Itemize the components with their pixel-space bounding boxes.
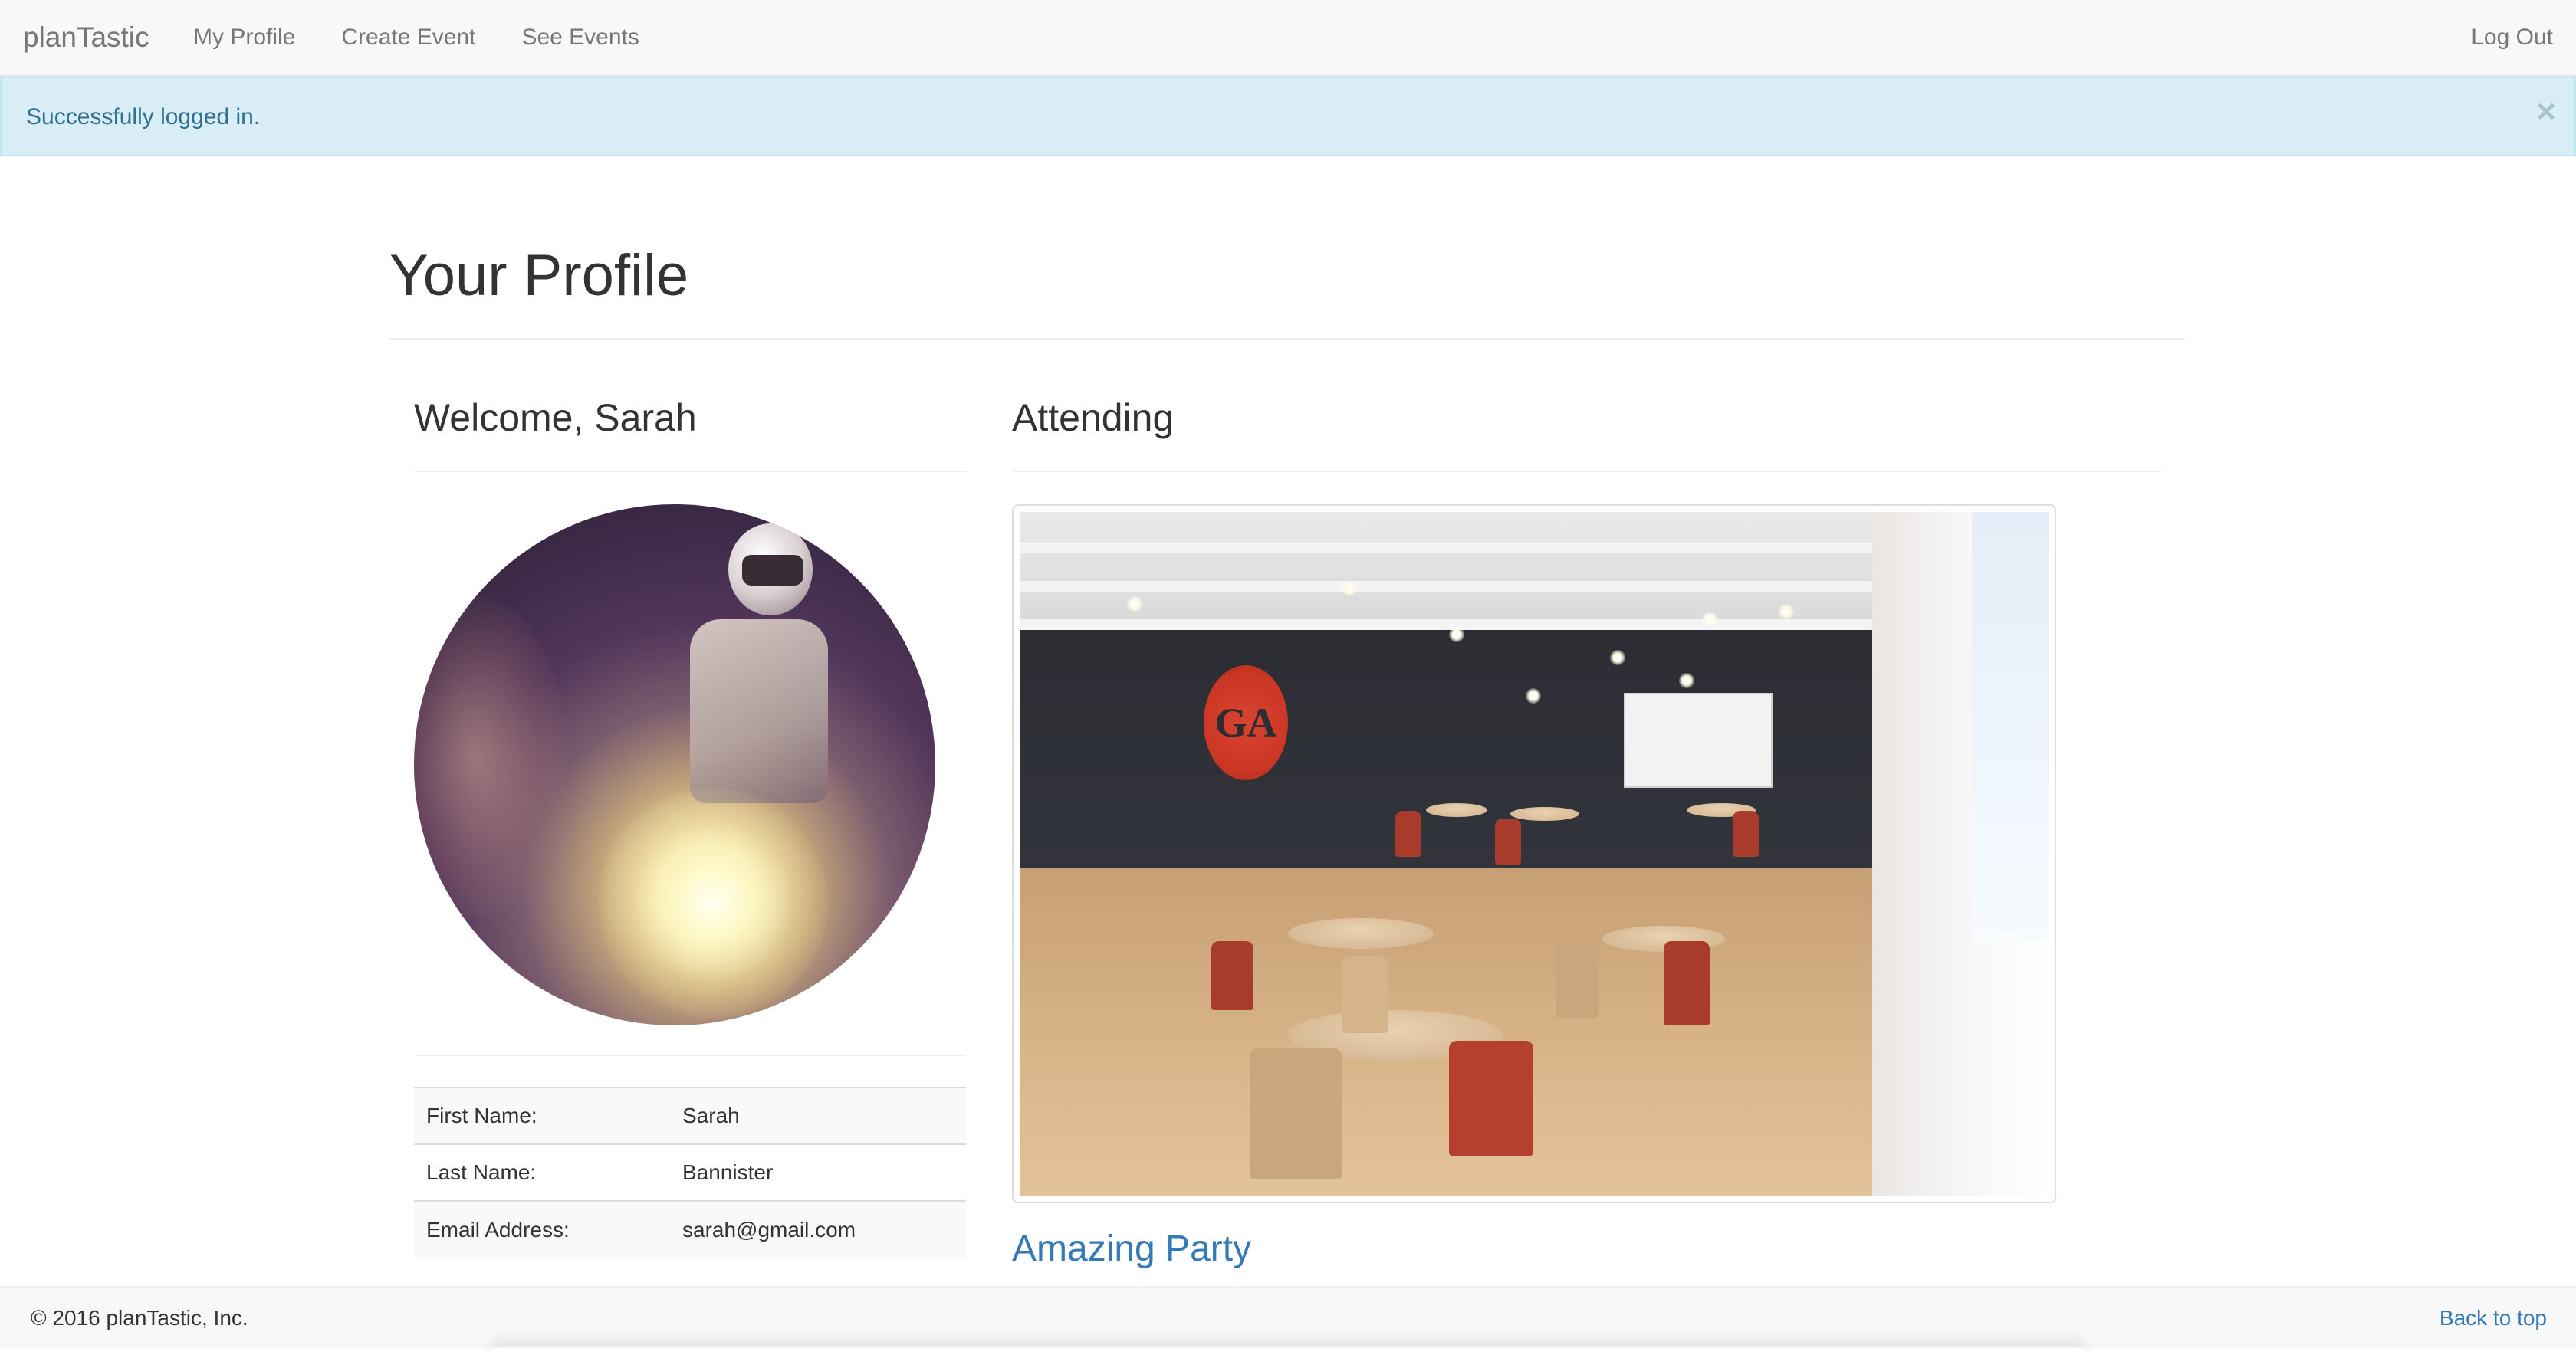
welcome-heading: Welcome, Sarah xyxy=(414,396,697,439)
chair xyxy=(1211,941,1254,1010)
attending-divider xyxy=(1012,471,2162,472)
chair xyxy=(1449,1041,1533,1156)
ceiling-light xyxy=(1526,688,1541,704)
success-alert: Successfully logged in. × xyxy=(0,77,2576,156)
chair xyxy=(1250,1048,1342,1179)
first-name-label: First Name: xyxy=(414,1087,670,1144)
welcome-divider xyxy=(414,471,966,472)
table-row: First Name: Sarah xyxy=(414,1087,966,1144)
table-row: Email Address: sarah@gmail.com xyxy=(414,1200,966,1258)
attending-heading: Attending xyxy=(1012,396,1175,439)
brand-link[interactable]: planTastic xyxy=(23,21,150,54)
nav-links: My Profile Create Event See Events xyxy=(193,25,639,51)
email-label: Email Address: xyxy=(414,1200,670,1258)
nav-see-events[interactable]: See Events xyxy=(521,25,639,51)
event-title-link[interactable]: Amazing Party xyxy=(1012,1228,1251,1270)
avatar-visor xyxy=(742,555,803,586)
event-thumbnail[interactable]: GA xyxy=(1012,504,2056,1203)
last-name-value: Bannister xyxy=(670,1143,966,1201)
email-value: sarah@gmail.com xyxy=(670,1200,966,1258)
projector-screen xyxy=(1624,693,1773,788)
last-name-label: Last Name: xyxy=(414,1143,670,1201)
page-title: Your Profile xyxy=(389,243,689,308)
chair xyxy=(1395,811,1421,857)
avatar-light-flare xyxy=(414,596,567,918)
ceiling-light xyxy=(1679,673,1694,688)
table-row: Last Name: Bannister xyxy=(414,1143,966,1201)
table xyxy=(1288,918,1434,949)
alert-message: Successfully logged in. xyxy=(26,104,261,130)
nav-my-profile[interactable]: My Profile xyxy=(193,25,295,51)
logout-link[interactable]: Log Out xyxy=(2471,25,2553,51)
table xyxy=(1510,807,1579,821)
back-to-top-link[interactable]: Back to top xyxy=(2440,1306,2547,1330)
ceiling-light xyxy=(1702,612,1717,627)
chair xyxy=(1495,819,1521,865)
ceiling-light xyxy=(1342,581,1357,596)
ceiling-light xyxy=(1449,627,1464,642)
ceiling-light xyxy=(1779,604,1794,619)
ceiling-light xyxy=(1610,650,1625,665)
chair xyxy=(1342,956,1388,1033)
page-title-divider xyxy=(389,338,2185,340)
avatar-headlight-glow xyxy=(598,788,828,1018)
event-photo: GA xyxy=(1020,512,2049,1196)
window xyxy=(1972,512,2049,941)
nav-create-event[interactable]: Create Event xyxy=(341,25,475,51)
chair xyxy=(1556,941,1598,1018)
ceiling-light xyxy=(1127,596,1142,612)
chair xyxy=(1664,941,1710,1025)
footer: © 2016 planTastic, Inc. Back to top xyxy=(0,1286,2576,1349)
copyright-text: © 2016 planTastic, Inc. xyxy=(31,1306,248,1330)
profile-info-table: First Name: Sarah Last Name: Bannister E… xyxy=(414,1087,966,1258)
ga-logo-icon: GA xyxy=(1204,665,1288,780)
first-name-value: Sarah xyxy=(670,1087,966,1144)
table xyxy=(1426,803,1487,817)
avatar-figure xyxy=(690,619,828,803)
close-icon[interactable]: × xyxy=(2536,95,2556,129)
top-navbar: planTastic My Profile Create Event See E… xyxy=(0,0,2576,77)
info-divider xyxy=(414,1055,966,1056)
chair xyxy=(1733,811,1759,857)
avatar xyxy=(414,504,935,1025)
